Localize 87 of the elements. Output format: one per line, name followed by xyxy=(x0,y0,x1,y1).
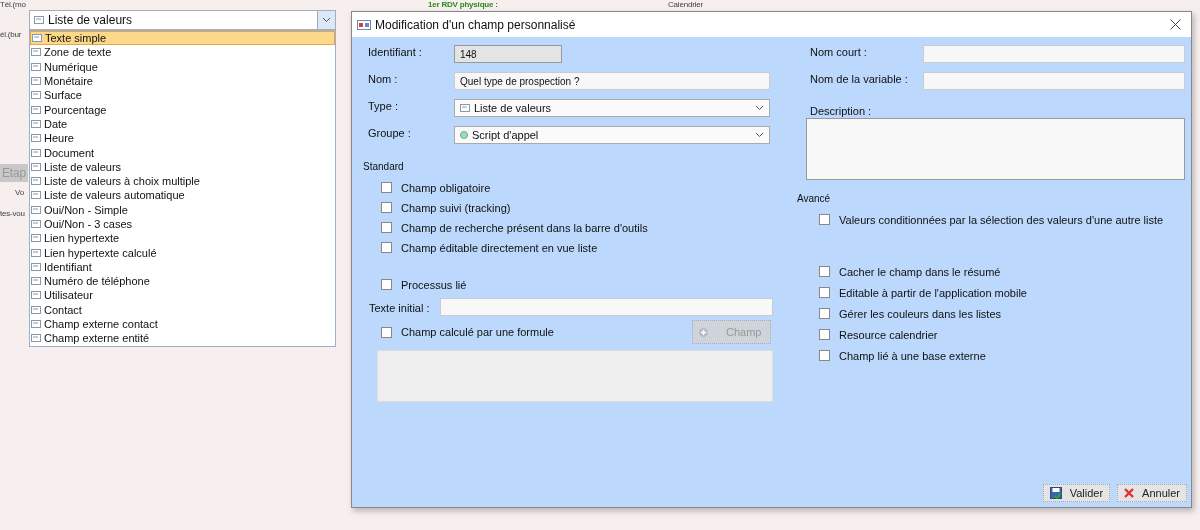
save-button[interactable]: Valider xyxy=(1042,484,1111,502)
background-text: 1er RDV physique : xyxy=(428,0,498,10)
checkbox-label: Champ obligatoire xyxy=(401,181,491,194)
field-label: Texte initial : xyxy=(369,300,430,314)
section-legend: Avancé xyxy=(797,193,833,204)
checkbox[interactable] xyxy=(381,242,392,253)
dropdown-option[interactable]: Liste de valeurs à choix multiple xyxy=(30,173,335,189)
text-field[interactable]: Quel type de prospection ? xyxy=(454,72,770,90)
checkbox-label: Champ suivi (tracking) xyxy=(401,201,511,214)
dropdown-option[interactable]: Texte simple xyxy=(30,31,335,46)
caret-icon xyxy=(755,132,764,138)
background-text: Calendrier xyxy=(668,0,703,10)
field-label: Nom court : xyxy=(810,45,868,58)
dropdown-option[interactable]: Numéro de téléphone xyxy=(30,274,335,289)
dropdown-option[interactable]: Document xyxy=(30,145,335,160)
checkbox[interactable] xyxy=(381,202,392,213)
field-label: Type : xyxy=(368,99,399,112)
checkbox[interactable] xyxy=(819,350,830,361)
readonly-field: 148 xyxy=(454,45,562,63)
checkbox[interactable] xyxy=(819,329,830,340)
text-field[interactable] xyxy=(439,298,773,316)
text-field[interactable] xyxy=(923,72,1185,90)
window-icon xyxy=(357,19,371,30)
checkbox-label: Gérer les couleurs dans les listes xyxy=(839,307,1001,320)
dropdown-option[interactable]: Liste de valeurs automatique xyxy=(30,188,335,203)
dropdown-option[interactable]: Date xyxy=(30,116,335,132)
dropdown-option[interactable]: Liste de valeurs xyxy=(30,159,335,174)
list-icon xyxy=(34,16,44,24)
dropdown-option[interactable]: Heure xyxy=(30,131,335,146)
field-label: Nom de la variable : xyxy=(810,72,909,85)
caret-icon xyxy=(322,17,331,23)
caret-icon xyxy=(755,105,764,111)
checkbox-label: Champ lié à une base externe xyxy=(839,349,986,362)
dropdown-option[interactable]: Oui/Non - Simple xyxy=(30,202,335,217)
list-icon xyxy=(32,34,42,43)
text-field[interactable] xyxy=(923,45,1185,63)
plus-icon xyxy=(699,327,708,337)
checkbox-label: Champ de recherche présent dans la barre d'outils xyxy=(401,221,648,234)
dropdown-option[interactable]: Champ externe contact xyxy=(30,316,335,332)
background-text: tes-vou xyxy=(0,209,25,219)
checkbox-label: Cacher le champ dans le résumé xyxy=(839,265,1001,278)
select-field[interactable]: Script d'appel xyxy=(454,126,770,144)
checkbox[interactable] xyxy=(381,222,392,233)
background-text: él.(bur xyxy=(0,30,22,40)
type-select[interactable]: Liste de valeurs xyxy=(29,10,336,30)
cross-icon xyxy=(1124,488,1135,498)
background-text: Tél.(mo xyxy=(0,0,26,10)
dropdown-option[interactable]: Zone de texte xyxy=(30,45,335,60)
checkbox-label: Champ calculé par une formule xyxy=(401,326,554,338)
close-button[interactable] xyxy=(1168,17,1183,32)
checkbox-label: Processus lié xyxy=(401,278,467,291)
field-label: Identifiant : xyxy=(368,45,423,58)
field-label: Nom : xyxy=(368,72,399,85)
dropdown-option[interactable]: Lien hypertexte calculé xyxy=(30,245,335,260)
checkbox[interactable] xyxy=(819,214,830,225)
checkbox[interactable] xyxy=(381,279,392,290)
dropdown-option[interactable]: Monétaire xyxy=(30,73,335,89)
dropdown-option[interactable]: Numérique xyxy=(30,59,335,74)
dropdown-option[interactable]: Contact xyxy=(30,302,335,317)
checkbox[interactable] xyxy=(381,182,392,193)
checkbox[interactable] xyxy=(381,326,392,338)
list-icon xyxy=(460,104,470,112)
window-title: Modification d'un champ personnalisé xyxy=(375,17,577,32)
field-label: Groupe : xyxy=(368,126,412,139)
dropdown-option[interactable]: Utilisateur xyxy=(30,288,335,303)
checkbox[interactable] xyxy=(819,287,830,298)
background-text: Vo xyxy=(15,188,24,198)
checkbox-label: Editable à partir de l'application mobile xyxy=(839,286,1027,299)
dropdown-option[interactable]: Pourcentage xyxy=(30,102,335,117)
dropdown-option[interactable]: Lien hypertexte xyxy=(30,231,335,246)
dropdown-option[interactable]: Champ externe entité xyxy=(30,331,335,346)
checkbox-label: Champ éditable directement en vue liste xyxy=(401,241,598,254)
checkbox[interactable] xyxy=(819,308,830,319)
description-field[interactable] xyxy=(806,118,1185,180)
dropdown-button[interactable] xyxy=(317,11,335,29)
dropdown-option[interactable]: Surface xyxy=(30,88,335,103)
checkbox[interactable] xyxy=(819,266,830,277)
checkbox-label: Valeurs conditionnées par la sélection des valeurs d'une autre liste xyxy=(839,213,1164,226)
dropdown-option[interactable]: Identifiant xyxy=(30,259,335,275)
cancel-button[interactable]: Annuler xyxy=(1117,484,1187,502)
dot-icon xyxy=(460,131,468,139)
dropdown-option[interactable]: Oui/Non - 3 cases xyxy=(30,216,335,232)
close-icon xyxy=(1170,19,1181,30)
section-legend: Standard xyxy=(363,161,406,172)
select-field[interactable]: Liste de valeurs xyxy=(454,99,770,117)
checkbox-label: Resource calendrier xyxy=(839,328,938,341)
field-label: Description : xyxy=(810,104,873,117)
